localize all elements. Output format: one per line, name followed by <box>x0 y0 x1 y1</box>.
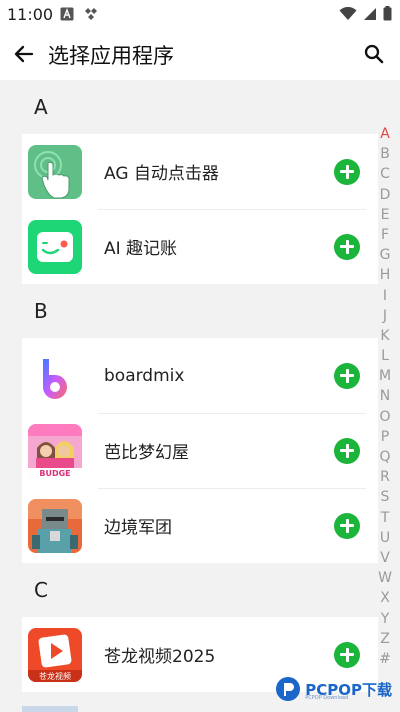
list-item[interactable]: 边境军团 <box>22 488 378 563</box>
add-button[interactable] <box>334 158 360 185</box>
notification-diamond-icon <box>85 8 97 20</box>
list-item[interactable]: AG 自动点击器 <box>22 134 378 209</box>
list-item[interactable]: boardmix <box>22 338 378 413</box>
app-icon-barbie-dreamhouse: BUDGE <box>28 423 82 478</box>
section-card-a: AG 自动点击器 AI 趣记账 <box>22 134 378 284</box>
app-icon-ag-auto-clicker <box>28 144 82 199</box>
wifi-icon <box>339 6 357 20</box>
add-button[interactable] <box>334 641 360 668</box>
index-letter[interactable]: T <box>381 508 390 528</box>
app-bar: 选择应用程序 <box>0 28 400 80</box>
index-letter[interactable]: Q <box>379 447 390 467</box>
index-letter[interactable]: A <box>380 124 390 144</box>
section-header-a: A <box>34 95 48 119</box>
page-title: 选择应用程序 <box>48 44 174 68</box>
index-letter[interactable]: K <box>380 326 389 346</box>
index-letter[interactable]: B <box>380 144 390 164</box>
index-letter[interactable]: X <box>380 588 390 608</box>
index-letter[interactable]: J <box>383 306 387 326</box>
index-letter[interactable]: W <box>378 568 392 588</box>
index-letter[interactable]: O <box>379 407 390 427</box>
app-icon-canglong-video: 苍龙视频 <box>28 627 82 682</box>
pcpop-logo-icon <box>276 677 301 701</box>
index-letter[interactable]: N <box>380 386 390 406</box>
index-letter[interactable]: Y <box>381 609 390 629</box>
index-letter[interactable]: E <box>381 205 390 225</box>
app-name: AG 自动点击器 <box>104 164 219 184</box>
add-button[interactable] <box>334 362 360 389</box>
status-bar: 11:00 <box>0 0 400 28</box>
index-letter[interactable]: C <box>380 164 390 184</box>
app-icon-ai-bookkeeping <box>28 219 82 274</box>
canglong-logo-text: 苍龙视频 <box>39 671 71 681</box>
budge-logo-text: BUDGE <box>39 469 70 478</box>
arrow-left-icon <box>14 45 34 63</box>
add-button[interactable] <box>334 512 360 539</box>
index-letter[interactable]: G <box>380 245 391 265</box>
index-letter[interactable]: # <box>379 649 391 669</box>
index-letter[interactable]: F <box>381 225 389 245</box>
index-letter[interactable]: D <box>380 185 391 205</box>
index-letter[interactable]: V <box>380 548 390 568</box>
app-name: 苍龙视频2025 <box>104 647 216 667</box>
index-letter[interactable]: Z <box>380 629 390 649</box>
app-name: 边境军团 <box>104 518 172 538</box>
index-letter[interactable]: I <box>383 286 387 306</box>
section-card-b: boardmix BUDGE 芭比梦幻屋 边境军团 <box>22 338 378 563</box>
add-button[interactable] <box>334 437 360 464</box>
search-icon <box>364 44 384 64</box>
status-time: 11:00 <box>7 5 54 24</box>
app-list[interactable]: A AG 自动点击器 AI 趣记账 B boardmix BUDGE 芭比梦幻屋… <box>0 80 400 712</box>
list-item[interactable]: AI 趣记账 <box>22 209 378 284</box>
pcpop-watermark: PCPOP下载 PCPOP Download <box>275 676 392 702</box>
app-icon-boardmix <box>28 348 82 403</box>
signal-icon <box>364 7 376 20</box>
index-letter[interactable]: U <box>380 528 390 548</box>
watermark-subtext: PCPOP Download <box>305 695 349 701</box>
search-button[interactable] <box>362 42 386 66</box>
index-letter[interactable]: S <box>381 487 390 507</box>
app-name: boardmix <box>104 365 185 386</box>
back-button[interactable] <box>10 41 38 67</box>
app-icon-border-legion <box>28 498 82 553</box>
index-letter[interactable]: M <box>379 366 391 386</box>
index-letter[interactable]: H <box>380 265 391 285</box>
section-header-b: B <box>34 299 48 323</box>
add-button[interactable] <box>334 233 360 260</box>
list-item[interactable]: BUDGE 芭比梦幻屋 <box>22 413 378 488</box>
index-letter[interactable]: L <box>381 346 389 366</box>
partial-app-icon <box>22 706 78 712</box>
alphabet-index-bar[interactable]: A B C D E F G H I J K L M N O P Q R S T U V W X Y Z # <box>376 124 394 669</box>
app-name: AI 趣记账 <box>104 239 178 259</box>
status-right-icons <box>339 6 392 21</box>
index-letter[interactable]: P <box>381 427 389 447</box>
battery-icon <box>383 6 392 21</box>
index-letter[interactable]: R <box>380 467 390 487</box>
app-name: 芭比梦幻屋 <box>104 443 189 463</box>
status-left-icons <box>60 7 98 21</box>
notification-a-icon <box>60 7 74 21</box>
section-header-c: C <box>34 578 48 602</box>
